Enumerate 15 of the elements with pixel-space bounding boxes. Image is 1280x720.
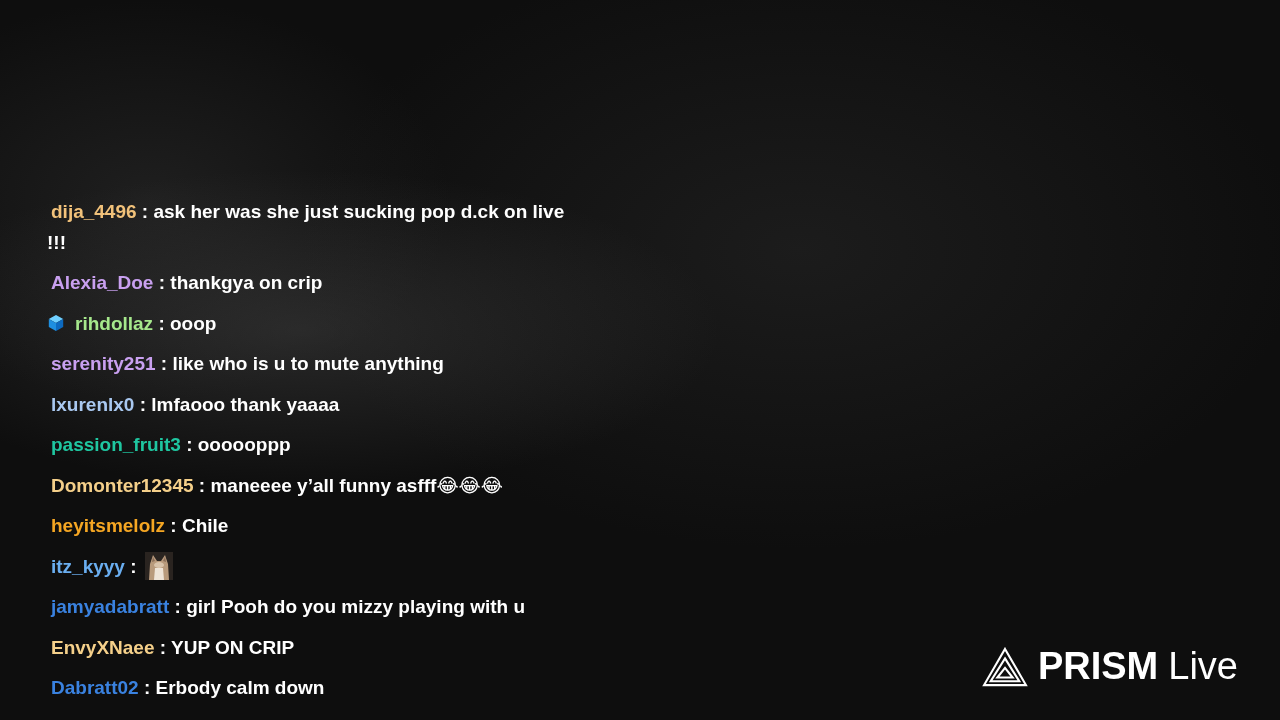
chat-message: Alexia_Doe : thankgya on crip xyxy=(50,272,323,294)
chat-message: serenity251 : like who is u to mute anything xyxy=(50,353,444,375)
chat-message: rihdollaz : ooop xyxy=(74,312,217,334)
chat-message: heyitsmelolz : Chile xyxy=(50,515,229,537)
triangle-logo-icon xyxy=(981,646,1028,687)
chat-message: itz_kyyy : xyxy=(50,555,137,577)
chat-message: jamyadabratt : girl Pooh do you mizzy playing with u xyxy=(49,596,525,618)
chat-message: Dabratt02 : Erbody calm down xyxy=(50,677,325,698)
chat-message: dija_4496 : ask her was she just sucking pop d.ck on live !!! xyxy=(47,201,565,253)
chat-message: passion_fruit3 : oooooppp xyxy=(50,434,291,456)
chat-message: Domonter12345 : maneeee y’all funny asfff😂😂😂 xyxy=(50,474,504,496)
logo-brand: PRISM xyxy=(1037,645,1159,688)
chat-message: EnvyXNaee : YUP ON CRIP xyxy=(50,636,295,658)
logo-suffix: Live xyxy=(1168,645,1238,688)
chat-message: lxurenlx0 : lmfaooo thank yaaaa xyxy=(50,393,340,415)
